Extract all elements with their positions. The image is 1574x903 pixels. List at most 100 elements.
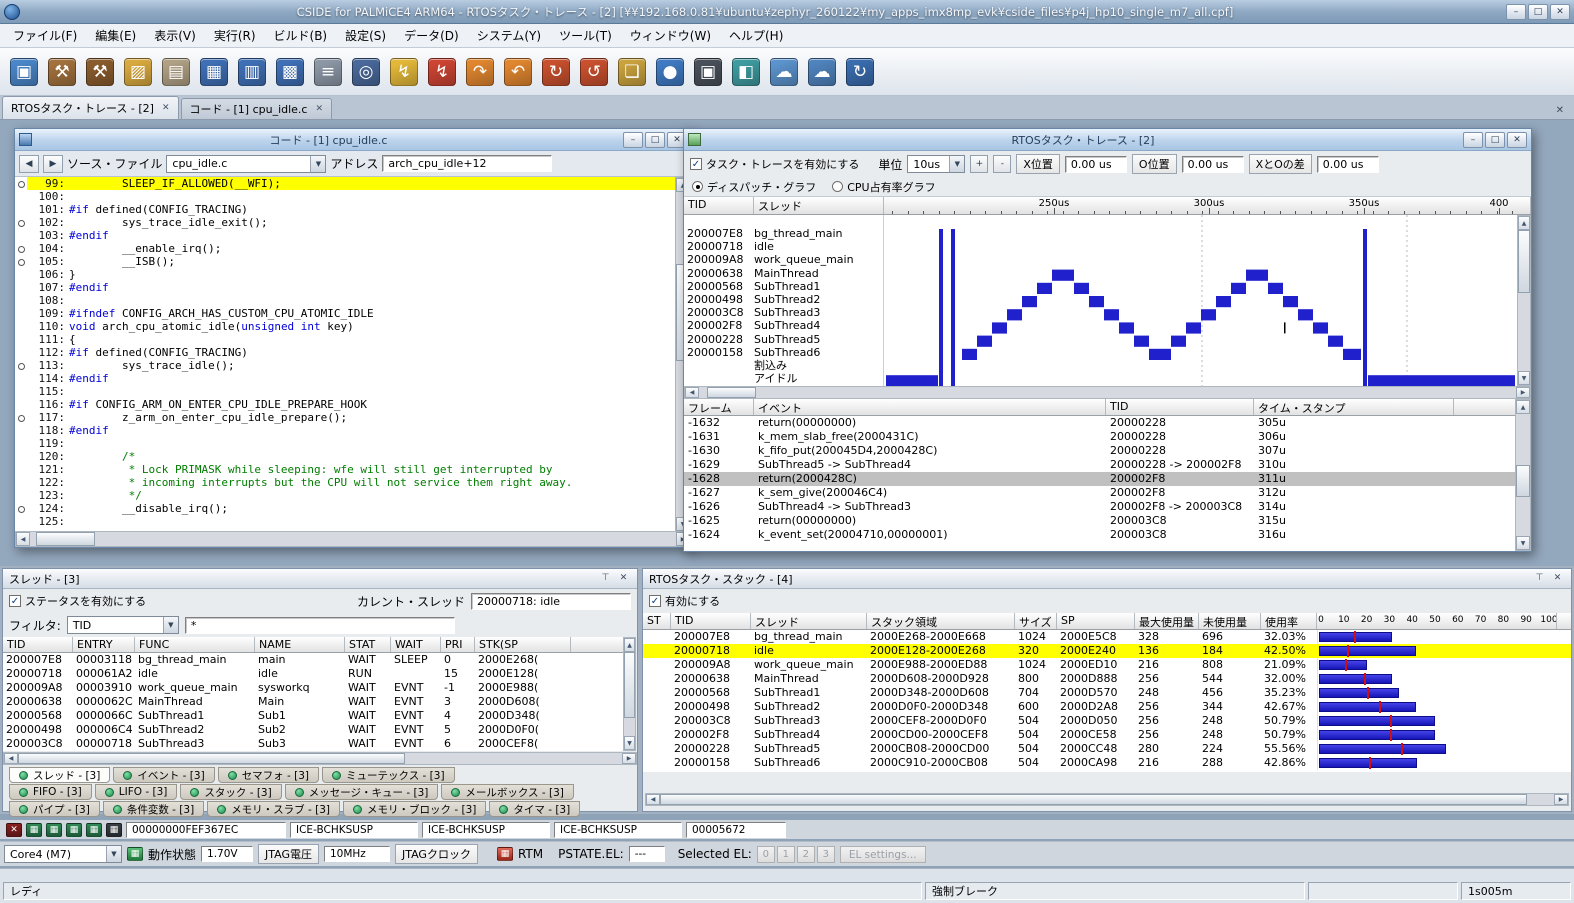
code-line[interactable]: 109:#ifndef CONFIG_ARCH_HAS_CUSTOM_CPU_A…	[15, 307, 675, 320]
scroll-up-icon[interactable]: ▲	[1518, 216, 1530, 230]
code-line[interactable]: 114:#endif	[15, 372, 675, 385]
thread-row[interactable]: 200003C800000718SubThread3Sub3WAITEVNT62…	[3, 737, 624, 751]
panel-tab[interactable]: LIFO - [3]	[95, 784, 178, 800]
breakpoint-gutter[interactable]	[15, 216, 27, 229]
stack-row[interactable]: 200009A8work_queue_main2000E988-2000ED88…	[643, 658, 1571, 672]
task-list[interactable]: 200007E8bg_thread_main20000718idle200009…	[684, 215, 884, 386]
thread-table[interactable]: 200007E800003118bg_thread_mainmainWAITSL…	[3, 653, 624, 751]
code-line[interactable]: 116:#if CONFIG_ARM_ON_ENTER_CPU_IDLE_PRE…	[15, 398, 675, 411]
scrollbar-thumb[interactable]	[1516, 465, 1530, 497]
stack-row[interactable]: 20000228SubThread52000CB08-2000CD0050420…	[643, 742, 1571, 756]
code-line[interactable]: 115:	[15, 385, 675, 398]
scroll-left-icon[interactable]: ◀	[646, 794, 660, 805]
scroll-up-icon[interactable]: ▲	[1516, 400, 1530, 414]
panel-tab[interactable]: パイプ - [3]	[9, 801, 100, 817]
trace-sphere-button[interactable]: ●	[652, 52, 688, 92]
register-window-button[interactable]: ▥	[234, 52, 270, 92]
maximize-button[interactable]: □	[1485, 132, 1505, 148]
menu-item[interactable]: ファイル(F)	[4, 24, 86, 47]
scroll-right-icon[interactable]: ▶	[1516, 387, 1530, 398]
breakpoint-gutter[interactable]	[15, 307, 27, 320]
breakpoint-gutter[interactable]	[15, 268, 27, 281]
code-line[interactable]: 102: sys_trace_idle_exit();	[15, 216, 675, 229]
task-list-item[interactable]: 20000498SubThread2	[684, 293, 883, 306]
open-folder-button[interactable]: ▨	[120, 52, 156, 92]
menu-item[interactable]: 実行(R)	[205, 24, 265, 47]
pin-icon[interactable]: ⊤	[1532, 572, 1547, 586]
vertical-scrollbar[interactable]: ▲▼	[623, 637, 636, 751]
menu-item[interactable]: システム(Y)	[468, 24, 550, 47]
pin-icon[interactable]: ⊤	[598, 572, 613, 586]
panel-tab[interactable]: セマフォ - [3]	[218, 767, 319, 783]
code-line[interactable]: 105: __ISB();	[15, 255, 675, 268]
maximize-button[interactable]: □	[645, 132, 665, 148]
minimize-button[interactable]: –	[1506, 4, 1526, 20]
panel-tab[interactable]: ミューテックス - [3]	[322, 767, 455, 783]
task-list-item[interactable]: 200009A8work_queue_main	[684, 253, 883, 266]
task-list-item[interactable]: 20000568SubThread1	[684, 280, 883, 293]
scroll-down-icon[interactable]: ▼	[1516, 536, 1530, 550]
code-line[interactable]: 121: * Lock PRIMASK while sleeping: wfe …	[15, 463, 675, 476]
panel-tab[interactable]: FIFO - [3]	[9, 784, 92, 800]
task-list-item[interactable]: 20000638MainThread	[684, 267, 883, 280]
refresh-button[interactable]: ↻	[842, 52, 878, 92]
scroll-up-icon[interactable]: ▲	[624, 638, 635, 652]
dispatch-graph[interactable]	[884, 215, 1517, 386]
thread-row[interactable]: 200005680000066CSubThread1Sub1WAITEVNT42…	[3, 709, 624, 723]
menu-item[interactable]: 表示(V)	[145, 24, 205, 47]
build-button[interactable]: ⚒	[44, 52, 80, 92]
core-select[interactable]: Core4 (M7) ▼	[4, 845, 122, 863]
trace-window-titlebar[interactable]: RTOSタスク・トレース - [2] – □ ✕	[684, 129, 1531, 151]
scroll-left-icon[interactable]: ◀	[16, 532, 30, 546]
trace-enable-checkbox[interactable]: ✓ タスク・トレースを有効にする	[690, 156, 859, 172]
event-row[interactable]: -1630k_fifo_put(200045D4,2000428C)200002…	[684, 444, 1515, 458]
code-line[interactable]: 108:	[15, 294, 675, 307]
breakpoint-gutter[interactable]	[15, 281, 27, 294]
code-line[interactable]: 124: __disable_irq();	[15, 502, 675, 515]
task-list-item[interactable]: 20000228SubThread5	[684, 333, 883, 346]
code-line[interactable]: 100:	[15, 190, 675, 203]
thread-row[interactable]: 200007E800003118bg_thread_mainmainWAITSL…	[3, 653, 624, 667]
source-list-button[interactable]: ▤	[158, 52, 194, 92]
thread-panel-titlebar[interactable]: スレッド - [3] ⊤ ✕	[3, 569, 637, 589]
stack-row[interactable]: 20000638MainThread2000D608-2000D92880020…	[643, 672, 1571, 686]
panel-tab[interactable]: スレッド - [3]	[9, 767, 110, 783]
event-row[interactable]: -1627k_sem_give(200046C4)200002F8312u	[684, 486, 1515, 500]
stack-row[interactable]: 20000158SubThread62000C910-2000CB0850420…	[643, 756, 1571, 770]
scroll-left-icon[interactable]: ◀	[685, 387, 699, 398]
zoom-out-button[interactable]: -	[993, 155, 1011, 173]
code-line[interactable]: 103:#endif	[15, 229, 675, 242]
code-line[interactable]: 104: __enable_irq();	[15, 242, 675, 255]
source-code-area[interactable]: 99: SLEEP_IF_ALLOWED(__WFI);100:101:#if …	[15, 177, 691, 532]
close-icon[interactable]: ✕	[616, 572, 631, 586]
thread-row[interactable]: 20000718000061A2idleidleRUN152000E128(	[3, 667, 624, 681]
filter-type-select[interactable]: TID ▼	[67, 616, 179, 634]
panel-tab[interactable]: 条件変数 - [3]	[103, 801, 204, 817]
step-out-button[interactable]: ↻	[538, 52, 574, 92]
breakpoint-gutter[interactable]	[15, 190, 27, 203]
breakpoint-gutter[interactable]	[15, 476, 27, 489]
code-line[interactable]: 117: z_arm_on_enter_cpu_idle_prepare();	[15, 411, 675, 424]
vertical-scrollbar[interactable]: ▲▼	[1515, 399, 1531, 551]
code-line[interactable]: 120: /*	[15, 450, 675, 463]
step-in-button[interactable]: ↷	[462, 52, 498, 92]
menu-item[interactable]: ツール(T)	[550, 24, 621, 47]
breakpoint-gutter[interactable]	[15, 359, 27, 372]
close-icon[interactable]: ✕	[1550, 572, 1565, 586]
panel-tab[interactable]: メールボックス - [3]	[441, 784, 574, 800]
code-line[interactable]: 123: */	[15, 489, 675, 502]
cloud-sync-button[interactable]: ☁	[766, 52, 802, 92]
event-row[interactable]: -1624k_event_set(20004710,00000001)20000…	[684, 528, 1515, 542]
panel-tab[interactable]: メッセージ・キュー - [3]	[285, 784, 439, 800]
cloud-save-button[interactable]: ☁	[804, 52, 840, 92]
task-list-item[interactable]: 200007E8bg_thread_main	[684, 227, 883, 240]
code-line[interactable]: 111:{	[15, 333, 675, 346]
scrollbar-track[interactable]	[18, 753, 622, 764]
event-row[interactable]: -1628return(2000428C)200002F8311u	[684, 472, 1515, 486]
breakpoint-gutter[interactable]	[15, 346, 27, 359]
connect-target-button[interactable]: ▣	[6, 52, 42, 92]
breakpoint-gutter[interactable]	[15, 502, 27, 515]
breakpoint-gutter[interactable]	[15, 515, 27, 528]
event-table[interactable]: -1632return(00000000)20000228305u-1631k_…	[684, 416, 1515, 551]
breakpoint-gutter[interactable]	[15, 203, 27, 216]
